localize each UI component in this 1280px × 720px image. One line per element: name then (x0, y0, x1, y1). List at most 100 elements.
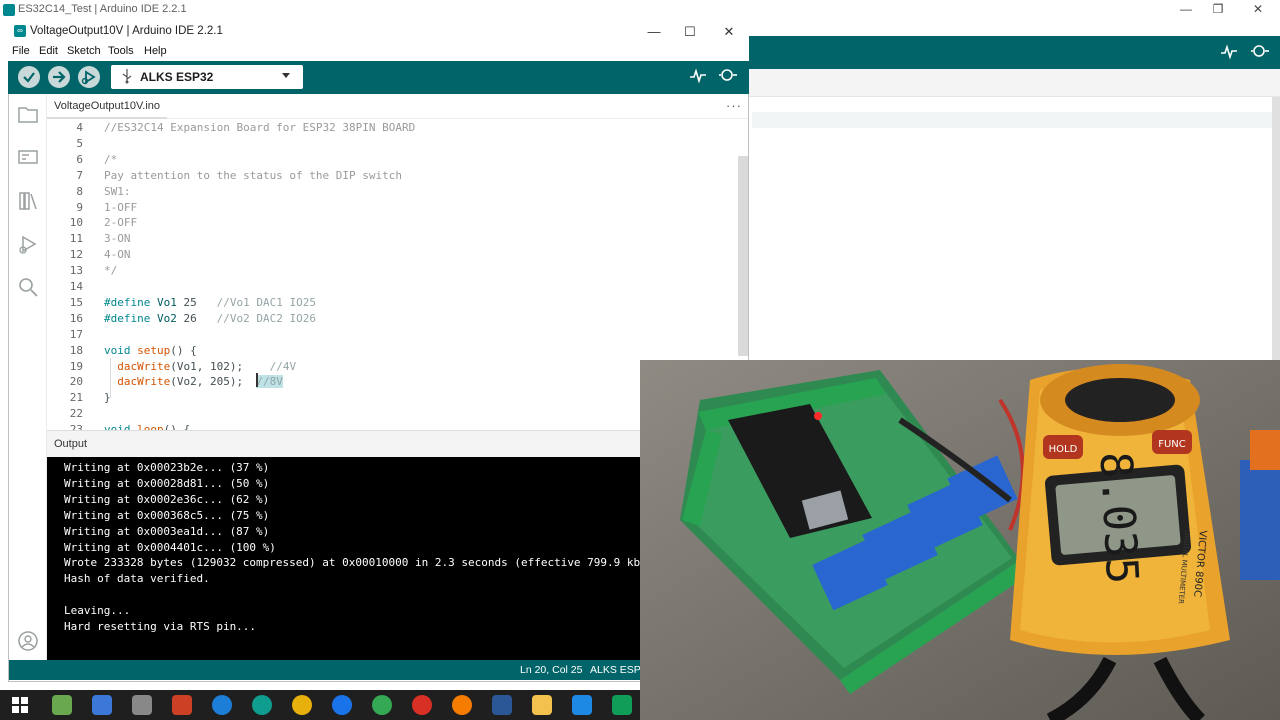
taskbar-app-icon[interactable] (372, 695, 392, 715)
windows-start-icon[interactable] (12, 697, 28, 713)
line-number: 4 (76, 121, 83, 134)
folder-icon[interactable] (17, 103, 39, 125)
menu-help[interactable]: Help (144, 45, 167, 57)
line-number: 13 (69, 264, 83, 278)
background-current-line (752, 112, 1272, 128)
code-line[interactable]: /* (104, 153, 117, 166)
opera-icon[interactable] (412, 695, 432, 715)
camera-icon[interactable] (132, 695, 152, 715)
taskbar-app-icon[interactable] (172, 695, 192, 715)
background-scrollbar[interactable] (1272, 97, 1280, 360)
background-close-button[interactable]: ✕ (1248, 2, 1268, 16)
upload-button[interactable] (48, 66, 70, 88)
output-label: Output (54, 438, 88, 450)
background-minimize-button[interactable]: — (1176, 2, 1196, 16)
close-button[interactable]: ✕ (711, 23, 747, 41)
define-keyword: #define (104, 295, 151, 309)
serial-monitor-button[interactable] (718, 67, 738, 85)
output-line: Hash of data verified. (64, 572, 210, 586)
maximize-button[interactable]: ☐ (672, 23, 708, 41)
arduino-logo-icon (3, 4, 15, 16)
background-window-title: ES32C14_Test | Arduino IDE 2.2.1 (18, 3, 187, 15)
hardware-video-overlay: 8.035 HOLD FUNC VICTOR 890C DIGITAL MULT… (640, 360, 1280, 720)
multimeter-reading: 8.035 (1090, 451, 1148, 586)
line-number: 20 (69, 375, 83, 389)
more-tabs-button[interactable]: ··· (726, 98, 742, 113)
file-explorer-icon[interactable] (532, 695, 552, 715)
code-text: () { (170, 343, 197, 357)
serial-plotter-button[interactable] (689, 68, 707, 84)
line-number: 6 (76, 152, 83, 166)
menu-sketch[interactable]: Sketch (67, 45, 101, 57)
editor-scrollbar[interactable] (738, 156, 748, 356)
calculator-icon[interactable] (92, 695, 112, 715)
code-line[interactable]: 1-OFF (104, 201, 137, 214)
code-line[interactable]: #define Vo2 26 //Vo2 DAC2 IO26 (104, 312, 316, 325)
menu-edit[interactable]: Edit (39, 45, 58, 57)
code-line[interactable]: //ES32C14 Expansion Board for ESP32 38PI… (104, 121, 415, 134)
taskbar-app-icon[interactable] (492, 695, 512, 715)
code-line[interactable]: */ (104, 264, 117, 277)
code-line[interactable]: #define Vo1 25 //Vo1 DAC1 IO25 (104, 296, 316, 309)
check-icon (23, 72, 35, 83)
menu-file[interactable]: File (12, 45, 30, 57)
code-comment: //8V (256, 375, 283, 389)
sidebar (9, 94, 47, 660)
edge-icon[interactable] (252, 695, 272, 715)
background-toolbar (748, 36, 1280, 69)
code-text: 3-ON (104, 232, 131, 246)
arrow-right-icon (53, 71, 66, 83)
verify-button[interactable] (18, 66, 40, 88)
line-number: 12 (69, 248, 83, 262)
account-icon[interactable] (17, 630, 39, 652)
line-number: 21 (69, 391, 83, 405)
code-text: 4-ON (104, 248, 131, 262)
code-text: Pay attention to the status of the DIP s… (104, 168, 403, 182)
library-icon[interactable] (17, 190, 39, 212)
spreadsheet-icon[interactable] (612, 695, 632, 715)
search-app-icon[interactable] (332, 695, 352, 715)
debug-sidebar-icon[interactable] (17, 233, 39, 255)
output-line: Writing at 0x0004401c... (100 %) (64, 540, 276, 554)
line-number: 22 (69, 407, 83, 421)
output-line: Hard resetting via RTS pin... (64, 620, 257, 633)
minimize-button[interactable]: — (636, 23, 672, 41)
debug-button[interactable] (78, 66, 100, 88)
search-icon[interactable] (17, 276, 39, 298)
line-number: 10 (69, 216, 83, 230)
function-call: dacWrite (117, 375, 171, 389)
macro-value: 26 (183, 311, 197, 325)
skype-icon[interactable] (212, 695, 232, 715)
call-args: (Vo1, (170, 359, 210, 373)
board-manager-icon[interactable] (17, 146, 39, 168)
output-panel-header (47, 430, 640, 457)
pulse-icon[interactable] (1220, 44, 1238, 60)
line-number: 7 (76, 168, 83, 182)
call-args: (Vo2, (170, 375, 210, 389)
hold-button-label: HOLD (1049, 444, 1078, 455)
cursor-position[interactable]: Ln 20, Col 25 (520, 664, 582, 676)
board-name: ALKS ESP32 (140, 70, 214, 84)
code-line[interactable]: 2-OFF (104, 216, 137, 229)
code-text: /* (104, 152, 118, 166)
code-comment: //Vo2 DAC2 IO26 (216, 311, 316, 325)
code-text: SW1: (104, 184, 131, 198)
code-line[interactable]: Pay attention to the status of the DIP s… (104, 169, 402, 182)
line-number: 8 (76, 184, 83, 198)
number-literal: 102 (209, 359, 230, 373)
code-line[interactable]: SW1: (104, 185, 131, 198)
chrome-icon[interactable] (292, 695, 312, 715)
menu-tools[interactable]: Tools (108, 45, 134, 57)
number-literal: 205 (209, 375, 230, 389)
background-maximize-button[interactable]: ❐ (1208, 2, 1228, 16)
code-line[interactable]: dacWrite(Vo1, 102); //4V (104, 360, 296, 373)
code-line[interactable]: 3-ON (104, 232, 131, 245)
magnifier-icon[interactable] (1250, 43, 1270, 61)
firefox-icon[interactable] (452, 695, 472, 715)
code-line[interactable]: void setup() { (104, 344, 197, 357)
code-line[interactable]: } (104, 391, 111, 404)
text-cursor (256, 373, 258, 387)
taskbar-app-icon[interactable] (572, 695, 592, 715)
code-line[interactable]: 4-ON (104, 248, 131, 261)
taskbar-app-icon[interactable] (52, 695, 72, 715)
